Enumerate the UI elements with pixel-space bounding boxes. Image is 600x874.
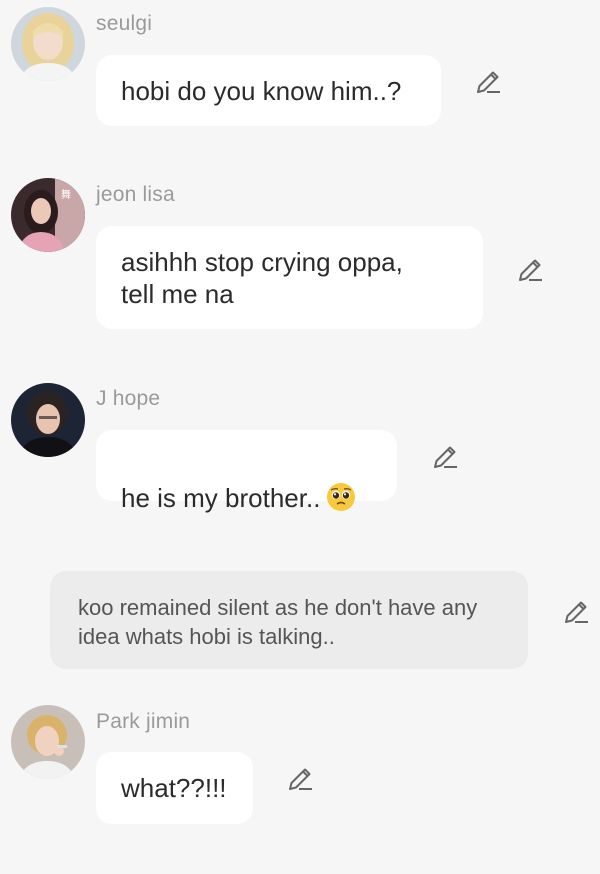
pencil-edit-icon[interactable] <box>516 256 544 284</box>
avatar[interactable] <box>11 383 85 457</box>
avatar[interactable]: 舞 <box>11 178 85 252</box>
message-bubble: he is my brother.. <box>96 430 397 513</box>
avatar[interactable] <box>11 7 85 81</box>
sender-name: Park jimin <box>96 710 191 733</box>
pleading-face-emoji <box>327 483 356 511</box>
sender-name: seulgi <box>96 12 153 35</box>
pencil-edit-icon[interactable] <box>474 68 502 96</box>
chat-message: J hope he is my brother.. <box>0 374 600 514</box>
sender-name: J hope <box>96 387 161 410</box>
message-text: he is my brother.. <box>121 483 321 513</box>
chat-message: seulgi hobi do you know him..? <box>0 0 600 140</box>
chat-message: Park jimin what??!!! <box>0 700 600 840</box>
narration-bubble: koo remained silent as he don't have any… <box>50 571 528 669</box>
message-bubble: what??!!! <box>96 752 253 824</box>
pencil-edit-icon[interactable] <box>562 598 590 626</box>
pencil-edit-icon[interactable] <box>286 765 314 793</box>
svg-text:舞: 舞 <box>61 189 71 201</box>
avatar[interactable] <box>11 705 85 779</box>
chat-message: 舞 jeon lisa asihhh stop crying oppa, tel… <box>0 170 600 340</box>
sender-name: jeon lisa <box>96 183 175 206</box>
message-bubble: hobi do you know him..? <box>96 55 441 126</box>
message-bubble: asihhh stop crying oppa, tell me na <box>96 226 483 329</box>
pencil-edit-icon[interactable] <box>431 443 459 471</box>
